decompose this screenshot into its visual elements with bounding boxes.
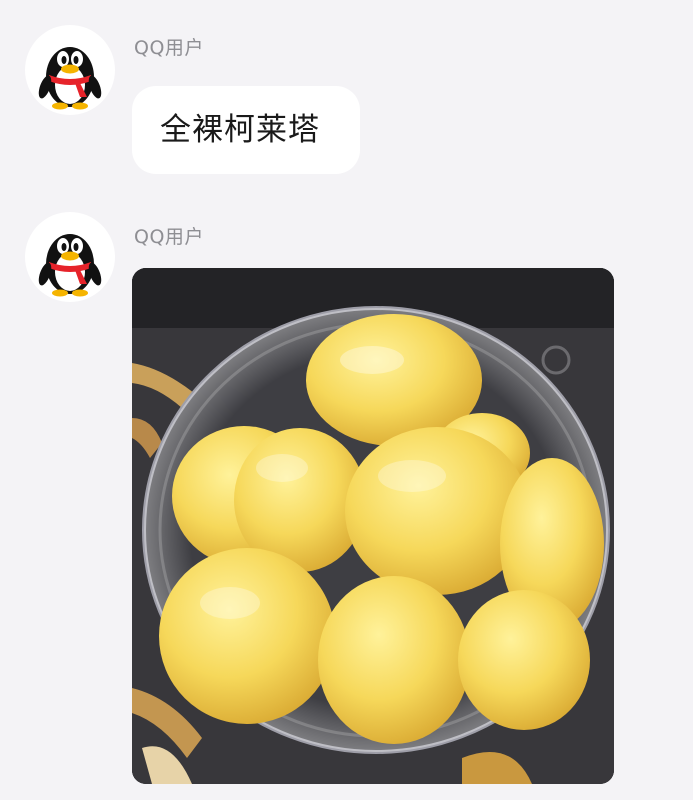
qq-penguin-icon <box>38 47 102 110</box>
sender-name: QQ用户 <box>134 226 204 248</box>
message-text: 全裸柯莱塔 <box>160 112 320 148</box>
potatoes-photo <box>132 268 614 784</box>
message-bubble[interactable]: 全裸柯莱塔 <box>132 86 360 174</box>
sender-name: QQ用户 <box>134 37 204 59</box>
chat-area: QQ用户 全裸柯莱塔 QQ用户 <box>0 0 693 800</box>
qq-penguin-icon <box>38 234 102 297</box>
sender-avatar[interactable] <box>25 212 115 302</box>
sender-avatar[interactable] <box>25 25 115 115</box>
image-message[interactable] <box>132 268 614 784</box>
